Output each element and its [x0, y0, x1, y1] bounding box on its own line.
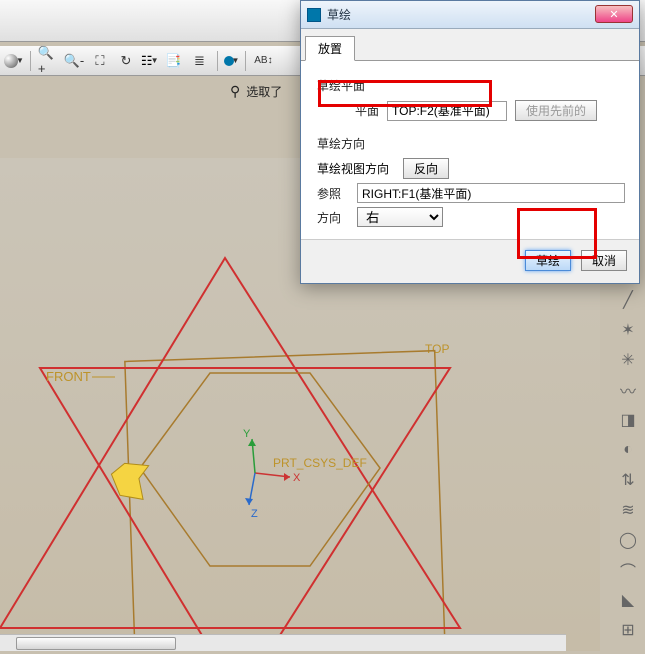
section-sketch-orient: 草绘方向: [317, 135, 625, 152]
point-tool-icon[interactable]: ✶: [616, 318, 640, 342]
revolve-tool-icon[interactable]: ◐: [616, 438, 640, 462]
tab-placement[interactable]: 放置: [305, 36, 355, 61]
direction-label: 方向: [317, 209, 349, 226]
dialog-icon: [307, 8, 321, 22]
reference-field[interactable]: [357, 183, 625, 203]
plane-field[interactable]: [387, 101, 507, 121]
close-button[interactable]: ✕: [595, 5, 633, 23]
chamfer-tool-icon[interactable]: ◣: [616, 588, 640, 612]
flip-button[interactable]: 反向: [403, 158, 449, 179]
hole-tool-icon[interactable]: ◯: [616, 528, 640, 552]
sketch-ok-button[interactable]: 草绘: [525, 250, 571, 271]
star-triangle-down: [40, 368, 450, 651]
svg-text:PRT_CSYS_DEF: PRT_CSYS_DEF: [273, 456, 367, 470]
round-tool-icon[interactable]: ⌒: [616, 558, 640, 582]
sketch-dialog: 草绘 ✕ 放置 草绘平面 平面 使用先前的 草绘方向 草绘视图方向 反向 参照 …: [300, 0, 640, 284]
cancel-button[interactable]: 取消: [581, 250, 627, 271]
reference-label: 参照: [317, 185, 349, 202]
axis-tool-icon[interactable]: ╱: [616, 288, 640, 312]
direction-select[interactable]: 右: [357, 207, 443, 227]
dialog-title: 草绘: [327, 6, 633, 23]
csys-origin: X Y Z PRT_CSYS_DEF: [243, 428, 367, 520]
front-plane-label: FRONT: [46, 369, 91, 384]
sweep-tool-icon[interactable]: ⇅: [616, 468, 640, 492]
svg-text:Y: Y: [243, 428, 251, 440]
selection-status: 选取了: [246, 83, 282, 100]
horizontal-scrollbar[interactable]: [0, 634, 566, 651]
saved-view-icon[interactable]: 📑: [163, 50, 185, 72]
blend-tool-icon[interactable]: ≋: [616, 498, 640, 522]
zoom-fit-icon[interactable]: ⛶: [89, 50, 111, 72]
datum-plane-rect: [125, 351, 445, 651]
svg-text:Z: Z: [251, 508, 258, 520]
use-previous-button[interactable]: 使用先前的: [515, 100, 597, 121]
pattern-tool-icon[interactable]: ⊞: [616, 618, 640, 642]
view-dropdown[interactable]: ☷▼: [141, 53, 159, 69]
redraw-icon[interactable]: ↻: [115, 50, 137, 72]
svg-text:X: X: [293, 472, 301, 484]
right-toolbar: ▱ ╱ ✶ ✳ 〰 ◨ ◐ ⇅ ≋ ◯ ⌒ ◣ ⊞: [613, 258, 643, 642]
extrude-tool-icon[interactable]: ◨: [616, 408, 640, 432]
layers-icon[interactable]: ≣: [189, 50, 211, 72]
direction-arrow-icon: [104, 452, 159, 507]
star-triangle-up: [0, 258, 460, 628]
top-plane-label: TOP: [425, 342, 449, 356]
appearance-dropdown[interactable]: ▼: [4, 54, 24, 68]
zoom-in-icon[interactable]: 🔍+: [37, 50, 59, 72]
dialog-titlebar[interactable]: 草绘 ✕: [301, 1, 639, 29]
filter-icon[interactable]: ⚲: [230, 83, 240, 100]
sketch-tool-icon[interactable]: 〰: [616, 378, 640, 402]
section-sketch-plane: 草绘平面: [317, 77, 625, 94]
csys-tool-icon[interactable]: ✳: [616, 348, 640, 372]
plane-label: 平面: [317, 102, 379, 119]
view-direction-label: 草绘视图方向: [317, 160, 389, 177]
annotation-icon[interactable]: AB↕: [252, 50, 274, 72]
zoom-out-icon[interactable]: 🔍-: [63, 50, 85, 72]
display-style-dropdown[interactable]: ▼: [224, 56, 240, 66]
